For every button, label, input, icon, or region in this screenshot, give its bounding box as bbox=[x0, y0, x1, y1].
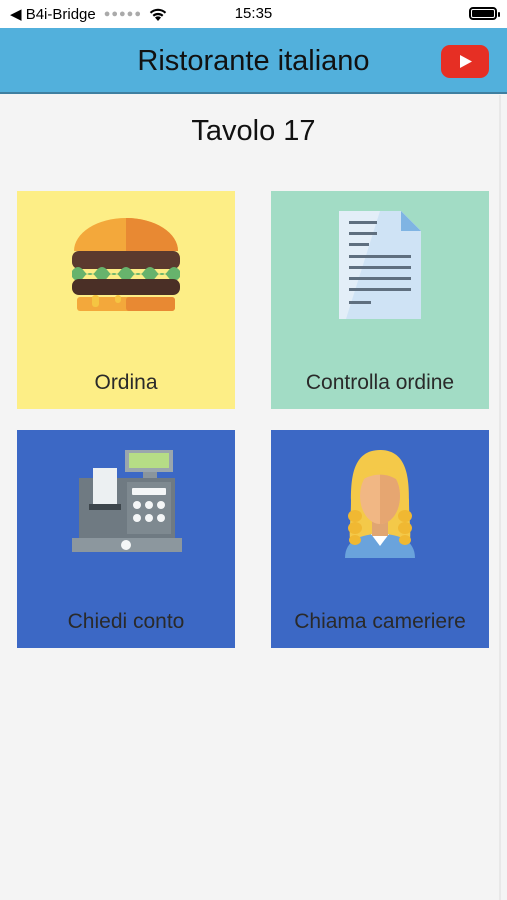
call-waiter-label: Chiama cameriere bbox=[294, 610, 466, 633]
order-label: Ordina bbox=[94, 371, 158, 394]
hamburger-icon bbox=[72, 218, 180, 311]
check-order-label: Controlla ordine bbox=[305, 371, 455, 394]
order-tile[interactable]: Ordina bbox=[17, 191, 235, 409]
table-title: Tavolo 17 bbox=[191, 115, 316, 147]
scroll-track bbox=[499, 95, 501, 900]
call-waiter-tile[interactable]: Chiama cameriere bbox=[271, 430, 489, 648]
status-bar: ◀ B4i-Bridge ●●●●● 15:35 bbox=[0, 0, 507, 28]
document-icon bbox=[339, 211, 421, 319]
waiter-icon bbox=[345, 450, 415, 558]
check-order-tile[interactable]: Controlla ordine bbox=[271, 191, 489, 409]
clock: 15:35 bbox=[234, 5, 273, 22]
ask-bill-label: Chiedi conto bbox=[67, 610, 185, 633]
youtube-play-icon bbox=[460, 55, 472, 68]
navigation-bar: Ristorante italiano bbox=[0, 28, 507, 94]
youtube-button[interactable] bbox=[441, 45, 489, 78]
cash-register-icon bbox=[72, 450, 182, 552]
app-title: Ristorante italiano bbox=[137, 45, 370, 77]
ask-bill-tile[interactable]: Chiedi conto bbox=[17, 430, 235, 648]
battery-icon bbox=[469, 7, 500, 20]
